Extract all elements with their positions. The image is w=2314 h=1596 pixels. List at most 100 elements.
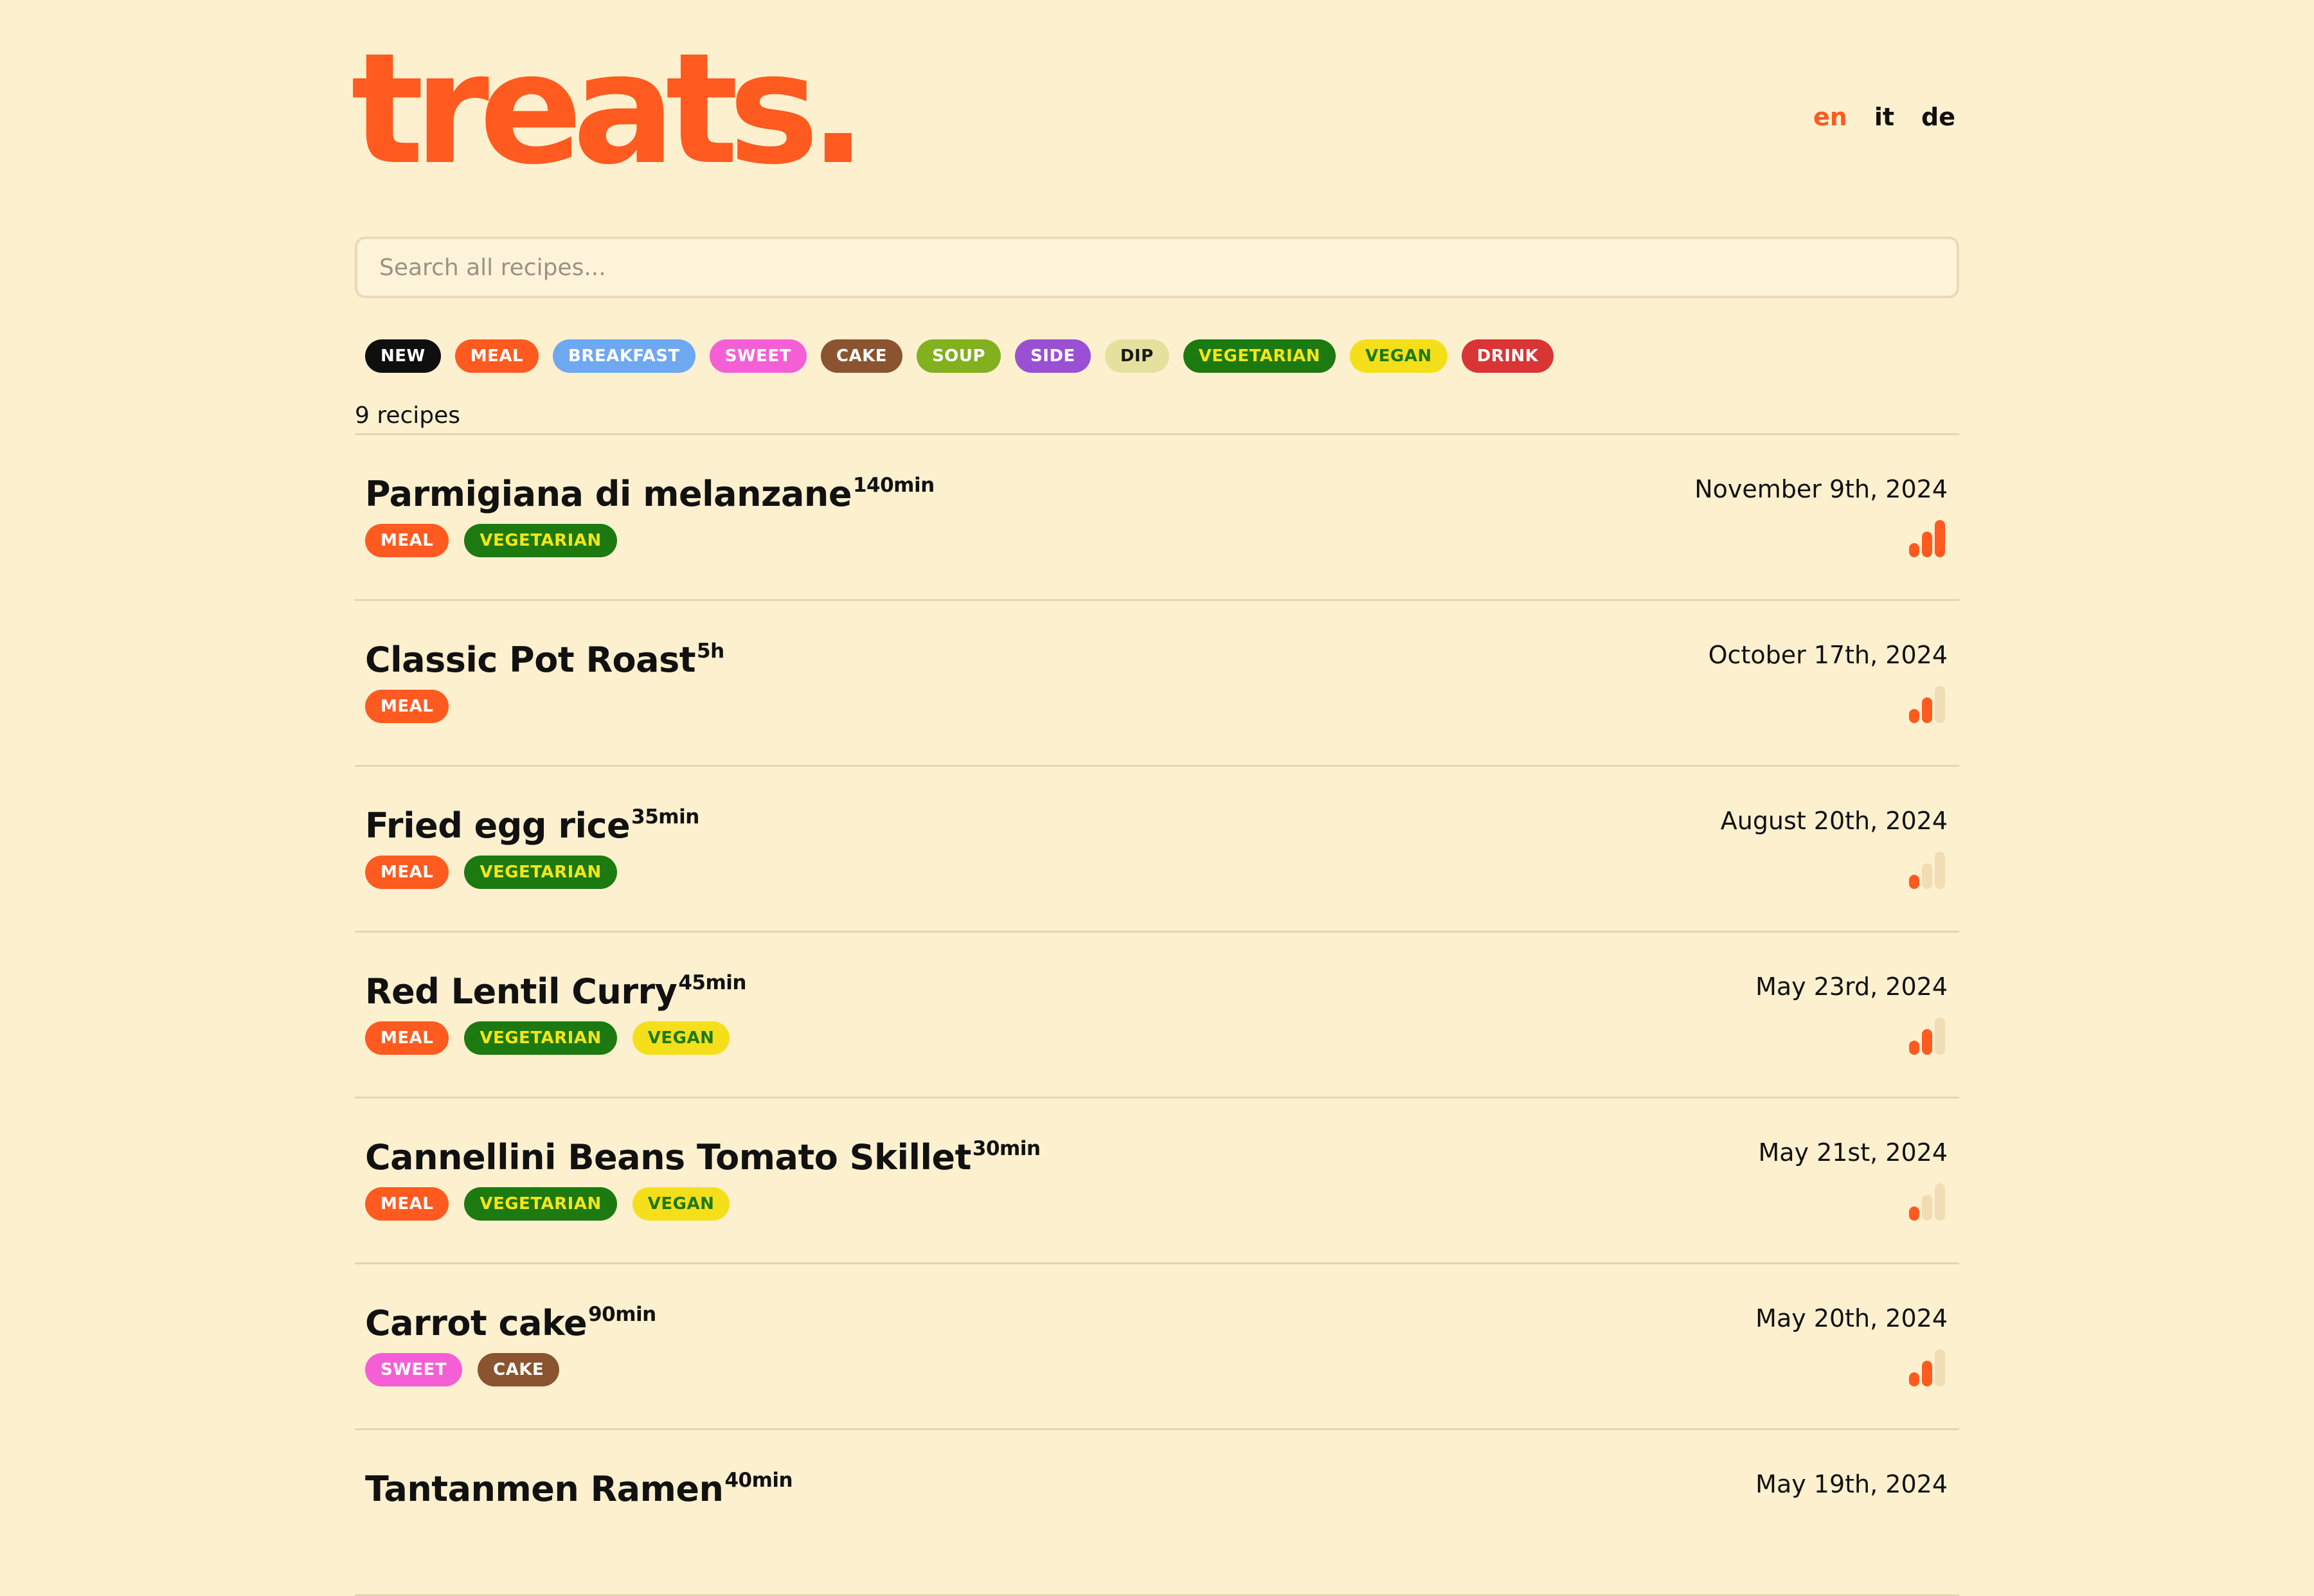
difficulty-bars-icon	[1909, 1349, 1945, 1386]
filter-chip-vegetarian[interactable]: VEGETARIAN	[1183, 339, 1336, 373]
language-link-de[interactable]: de	[1921, 103, 1955, 131]
difficulty-bar	[1935, 1183, 1945, 1221]
recipe-tag-vegetarian: VEGETARIAN	[464, 856, 617, 889]
recipe-date: May 23rd, 2024	[1755, 973, 1948, 1001]
recipe-date: August 20th, 2024	[1720, 807, 1948, 835]
recipe-tag-meal: MEAL	[365, 690, 449, 723]
recipe-tag-meal: MEAL	[365, 856, 449, 889]
recipe-tag-meal: MEAL	[365, 1021, 449, 1055]
recipe-title[interactable]: Parmigiana di melanzane	[365, 474, 852, 514]
recipe-tag-vegetarian: VEGETARIAN	[464, 1187, 617, 1221]
recipe-time: 90min	[588, 1303, 656, 1326]
recipe-title-line: Fried egg rice35min	[365, 805, 699, 846]
difficulty-bars-icon	[1909, 1183, 1945, 1221]
difficulty-bar	[1909, 543, 1919, 557]
recipe-tag-vegan: VEGAN	[632, 1021, 730, 1055]
difficulty-bar	[1909, 875, 1919, 889]
recipe-time: 45min	[678, 971, 746, 994]
recipe-time: 35min	[631, 805, 699, 829]
difficulty-bar	[1935, 686, 1945, 723]
filter-chip-soup[interactable]: SOUP	[917, 339, 1001, 373]
page-container: treats. enitde NEW MEAL BREAKFAST SWEET CAKE…	[351, 0, 1959, 1596]
difficulty-bars-icon	[1909, 520, 1945, 557]
recipe-title[interactable]: Fried egg rice	[365, 805, 631, 846]
filter-chip-drink[interactable]: DRINK	[1461, 339, 1554, 373]
filter-chip-side[interactable]: SIDE	[1015, 339, 1091, 373]
filter-chip-breakfast[interactable]: BREAKFAST	[553, 339, 695, 373]
difficulty-bar	[1909, 1372, 1919, 1386]
language-link-en[interactable]: en	[1813, 103, 1847, 131]
recipe-tag-vegetarian: VEGETARIAN	[464, 524, 617, 557]
recipe-tag-meal: MEAL	[365, 1187, 449, 1221]
recipe-time: 140min	[852, 474, 935, 497]
recipe-title-line: Parmigiana di melanzane140min	[365, 474, 935, 514]
recipe-date: October 17th, 2024	[1708, 641, 1948, 669]
recipe-tags: SWEET CAKE	[365, 1353, 560, 1386]
recipe-title-line: Cannellini Beans Tomato Skillet30min	[365, 1137, 1041, 1178]
difficulty-bar	[1909, 709, 1919, 723]
recipe-title-line: Red Lentil Curry45min	[365, 971, 746, 1012]
difficulty-bar	[1935, 520, 1945, 557]
recipe-date: November 9th, 2024	[1694, 475, 1948, 503]
difficulty-bar	[1922, 1361, 1932, 1386]
recipe-list: Parmigiana di melanzane140min MEAL VEGETAR…	[355, 433, 1959, 1596]
recipe-date: May 20th, 2024	[1755, 1304, 1948, 1332]
recipe-tag-vegan: VEGAN	[632, 1187, 730, 1221]
recipe-row[interactable]: Red Lentil Curry45min MEAL VEGETARIAN VEGAN…	[355, 933, 1959, 1098]
search-input[interactable]	[355, 237, 1959, 298]
recipe-title-line: Tantanmen Ramen40min	[365, 1469, 793, 1509]
recipe-tag-vegetarian: VEGETARIAN	[464, 1021, 617, 1055]
difficulty-bar	[1922, 1195, 1932, 1221]
recipe-title[interactable]: Carrot cake	[365, 1303, 587, 1343]
recipe-date: May 21st, 2024	[1758, 1138, 1948, 1167]
recipe-time: 40min	[724, 1469, 793, 1492]
difficulty-bar	[1935, 1018, 1945, 1055]
recipe-tag-cake: CAKE	[478, 1353, 560, 1386]
difficulty-bars-icon	[1909, 686, 1945, 723]
recipe-tags: MEAL VEGETARIAN	[365, 524, 617, 557]
filter-chip-cake[interactable]: CAKE	[820, 339, 903, 373]
recipe-row[interactable]: Cannellini Beans Tomato Skillet30min MEAL…	[355, 1098, 1959, 1264]
recipe-tag-sweet: SWEET	[365, 1353, 463, 1386]
recipe-row[interactable]: Parmigiana di melanzane140min MEAL VEGETAR…	[355, 435, 1959, 601]
recipe-title[interactable]: Red Lentil Curry	[365, 971, 677, 1012]
filter-chip-dip[interactable]: DIP	[1104, 339, 1169, 373]
difficulty-bar	[1909, 1041, 1919, 1055]
difficulty-bar	[1935, 1349, 1945, 1386]
difficulty-bar	[1922, 863, 1932, 889]
difficulty-bar	[1935, 852, 1945, 889]
recipe-tags: MEAL	[365, 690, 449, 723]
recipe-row[interactable]: Fried egg rice35min MEAL VEGETARIAN August …	[355, 767, 1959, 933]
filter-chip-vegan[interactable]: VEGAN	[1350, 339, 1448, 373]
category-filters: NEW MEAL BREAKFAST SWEET CAKE SOUP SIDE DIP VEGE…	[365, 339, 1554, 373]
difficulty-bar	[1922, 697, 1932, 723]
header: treats. en it de	[351, 0, 1959, 212]
recipe-row[interactable]: Classic Pot Roast5h MEAL October 17th, 202…	[355, 601, 1959, 767]
recipe-title-line: Carrot cake90min	[365, 1303, 656, 1343]
difficulty-bars-icon	[1909, 1018, 1945, 1055]
recipe-date: May 19th, 2024	[1755, 1470, 1948, 1498]
filter-chip-new[interactable]: NEW	[365, 339, 441, 373]
recipe-time: 5h	[697, 640, 724, 663]
recipe-row[interactable]: Tantanmen Ramen40min May 19th, 2024	[355, 1430, 1959, 1596]
recipe-title-line: Classic Pot Roast5h	[365, 640, 724, 680]
recipe-row[interactable]: Carrot cake90min SWEET CAKE May 20th, 2024	[355, 1264, 1959, 1430]
filter-chip-sweet[interactable]: SWEET	[709, 339, 807, 373]
difficulty-bar	[1909, 1206, 1919, 1221]
difficulty-bars-icon	[1909, 852, 1945, 889]
recipe-tag-meal: MEAL	[365, 524, 449, 557]
language-switcher: en it de	[1813, 103, 1955, 131]
recipe-tags: MEAL VEGETARIAN VEGAN	[365, 1187, 730, 1221]
recipe-title[interactable]: Tantanmen Ramen	[365, 1469, 724, 1509]
recipe-title[interactable]: Classic Pot Roast	[365, 640, 696, 680]
recipe-tags: MEAL VEGETARIAN VEGAN	[365, 1021, 730, 1055]
recipe-time: 30min	[972, 1137, 1041, 1160]
filter-chip-meal[interactable]: MEAL	[454, 339, 539, 373]
difficulty-bar	[1922, 532, 1932, 557]
brand-logo[interactable]: treats.	[351, 33, 867, 186]
recipe-count: 9 recipes	[355, 402, 461, 429]
recipe-title[interactable]: Cannellini Beans Tomato Skillet	[365, 1137, 971, 1178]
language-link-it[interactable]: it	[1874, 103, 1894, 131]
recipe-tags: MEAL VEGETARIAN	[365, 856, 617, 889]
difficulty-bar	[1922, 1029, 1932, 1055]
